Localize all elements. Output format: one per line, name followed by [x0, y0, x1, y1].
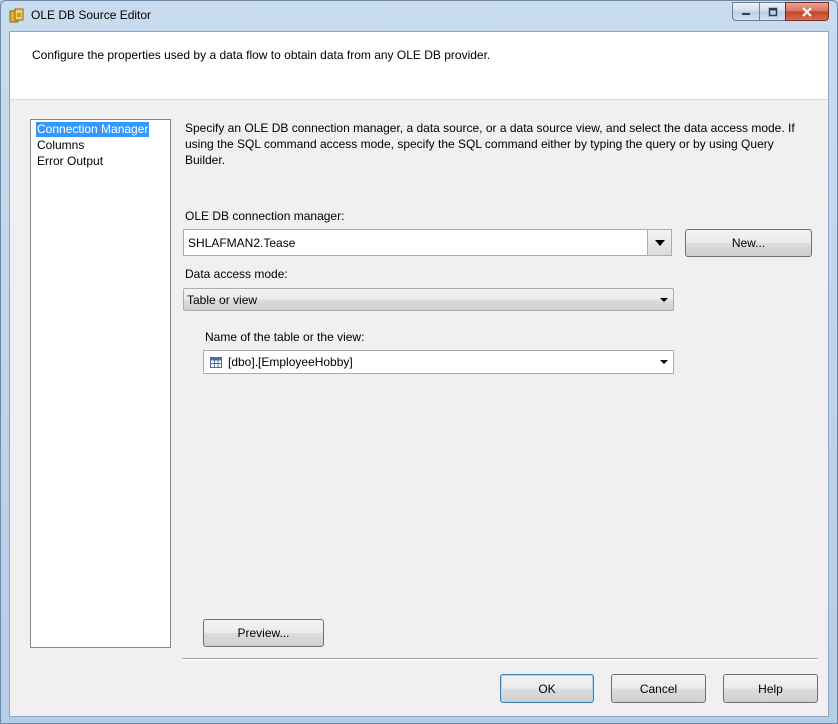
- ok-button[interactable]: OK: [500, 674, 594, 703]
- chevron-down-icon: [660, 297, 668, 302]
- nav-item-columns[interactable]: Columns: [36, 138, 85, 153]
- header-description: Configure the properties used by a data …: [32, 48, 491, 62]
- table-name-value: [dbo].[EmployeeHobby]: [228, 355, 353, 369]
- title-bar[interactable]: OLE DB Source Editor: [1, 1, 837, 31]
- footer-separator: [182, 658, 818, 660]
- page-navigation-list[interactable]: Connection Manager Columns Error Output: [30, 119, 171, 648]
- new-button-label: New...: [731, 236, 766, 250]
- table-name-combo[interactable]: [dbo].[EmployeeHobby]: [203, 350, 674, 374]
- cancel-button[interactable]: Cancel: [611, 674, 706, 703]
- window-title: OLE DB Source Editor: [31, 8, 152, 22]
- chevron-down-icon: [660, 360, 668, 364]
- minimize-icon: [742, 12, 750, 15]
- connection-manager-combo[interactable]: SHLAFMAN2.Tease: [183, 229, 672, 256]
- new-connection-button[interactable]: New...: [685, 229, 812, 257]
- maximize-button[interactable]: [759, 2, 785, 21]
- dialog-client-area: Configure the properties used by a data …: [9, 31, 829, 717]
- ok-button-label: OK: [538, 681, 556, 696]
- header-band: Configure the properties used by a data …: [10, 32, 828, 100]
- table-name-label: Name of the table or the view:: [205, 330, 365, 344]
- maximize-icon: [768, 7, 777, 16]
- nav-item-connection-manager[interactable]: Connection Manager: [36, 122, 150, 137]
- ssis-source-icon: [9, 8, 25, 24]
- connection-dropdown-button[interactable]: [647, 230, 671, 255]
- data-access-mode-value: Table or view: [187, 292, 258, 307]
- data-access-mode-label: Data access mode:: [185, 267, 288, 281]
- table-icon: [210, 356, 222, 368]
- page-description: Specify an OLE DB connection manager, a …: [185, 121, 795, 167]
- close-button[interactable]: [785, 2, 829, 21]
- help-button[interactable]: Help: [723, 674, 818, 703]
- cancel-button-label: Cancel: [639, 681, 678, 696]
- connection-manager-label: OLE DB connection manager:: [185, 209, 345, 223]
- data-access-mode-select[interactable]: Table or view: [183, 288, 674, 311]
- minimize-button[interactable]: [732, 2, 759, 21]
- caption-buttons: [732, 2, 829, 21]
- nav-item-error-output[interactable]: Error Output: [36, 154, 104, 169]
- preview-button[interactable]: Preview...: [203, 619, 324, 647]
- chevron-down-icon: [654, 239, 665, 246]
- ole-db-source-editor-window: OLE DB Source Editor Configure the prope…: [0, 0, 838, 724]
- connection-manager-value: SHLAFMAN2.Tease: [188, 235, 296, 250]
- preview-button-label: Preview...: [237, 626, 290, 640]
- help-button-label: Help: [758, 681, 783, 696]
- close-icon: [802, 6, 812, 17]
